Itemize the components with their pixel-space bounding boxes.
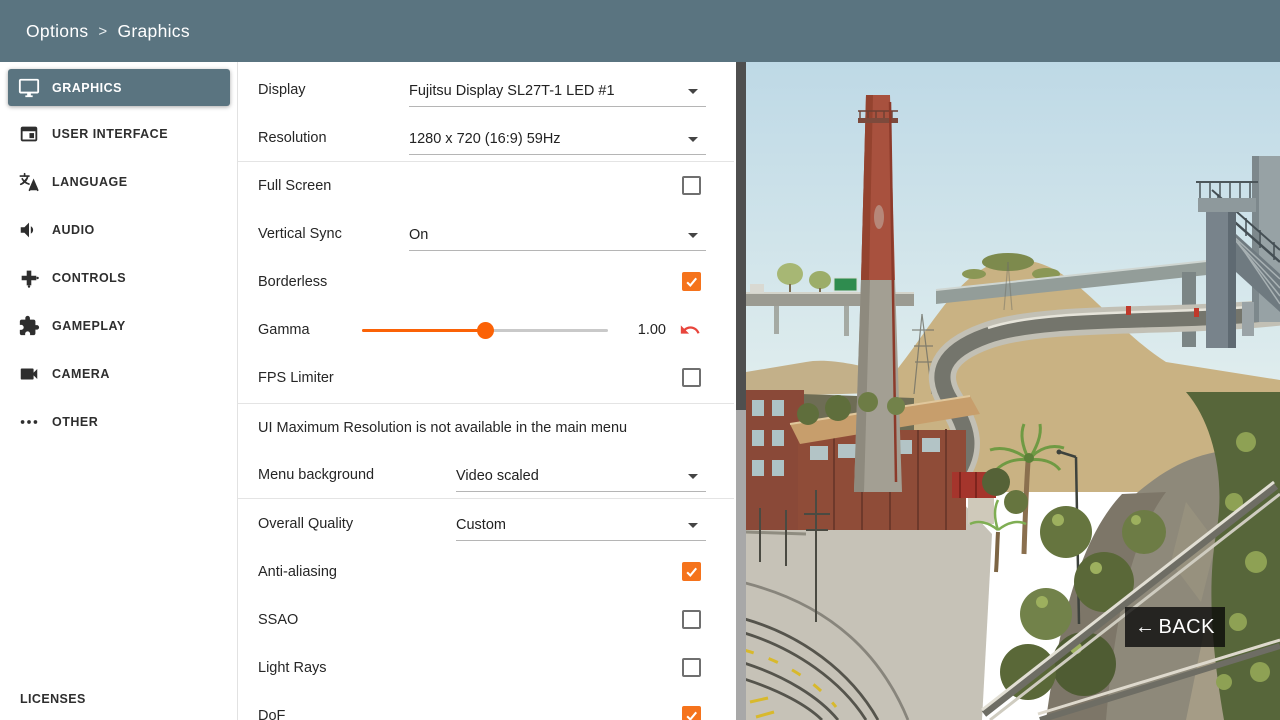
gamma-slider[interactable] (362, 322, 608, 339)
licenses-link[interactable]: LICENSES (20, 692, 86, 706)
resolution-select[interactable]: 1280 x 720 (16:9) 59Hz (409, 122, 706, 155)
dropdown-arrow-icon (688, 474, 698, 479)
back-button-label: BACK (1158, 615, 1215, 638)
check-icon (686, 567, 698, 577)
puzzle-icon (18, 315, 40, 337)
settings-scrollbar-thumb[interactable] (736, 62, 746, 410)
breadcrumb-graphics: Graphics (117, 20, 190, 41)
setting-row-full-screen: Full Screen (238, 162, 734, 210)
sidebar-item-label: AUDIO (52, 223, 95, 237)
gamma-reset-button[interactable] (679, 319, 701, 341)
window-icon (18, 123, 40, 145)
sidebar-item-label: GRAPHICS (52, 80, 122, 95)
setting-row-ssao: SSAO (238, 596, 734, 644)
sidebar-item-label: CONTROLS (52, 271, 127, 285)
full-screen-checkbox[interactable] (682, 176, 701, 195)
check-icon (686, 711, 698, 720)
overall-quality-label: Overall Quality (258, 516, 354, 532)
dropdown-arrow-icon (688, 137, 698, 142)
fps-limiter-checkbox[interactable] (682, 368, 701, 387)
more-dots-icon (18, 411, 40, 433)
vertical-sync-value: On (409, 227, 429, 243)
dropdown-arrow-icon (688, 233, 698, 238)
note-text: UI Maximum Resolution is not available i… (258, 420, 628, 436)
translate-icon (18, 171, 40, 193)
gamma-value: 1.00 (637, 322, 666, 338)
gamma-slider-thumb[interactable] (477, 322, 494, 339)
sidebar-item-audio[interactable]: AUDIO (0, 206, 237, 254)
videocam-icon (18, 363, 40, 385)
setting-row-gamma: Gamma 1.00 (238, 306, 734, 354)
gamepad-icon (18, 267, 40, 289)
menu-background-label: Menu background (258, 467, 375, 483)
undo-icon (680, 325, 700, 334)
setting-row-resolution: Resolution 1280 x 720 (16:9) 59Hz (238, 114, 734, 162)
top-bar: Options > Graphics (0, 0, 1280, 62)
light-rays-label: Light Rays (258, 660, 327, 676)
options-sidebar: GRAPHICS USER INTERFACE LANGUAGE AUDIO C… (0, 62, 238, 720)
dof-checkbox[interactable] (682, 706, 701, 720)
sidebar-item-label: USER INTERFACE (52, 127, 169, 141)
dropdown-arrow-icon (688, 89, 698, 94)
resolution-label: Resolution (258, 130, 327, 146)
gamma-slider-fill (362, 329, 485, 332)
borderless-checkbox[interactable] (682, 272, 701, 291)
game-scene-preview: ← BACK (746, 62, 1280, 720)
vertical-sync-select[interactable]: On (409, 218, 706, 251)
sidebar-item-label: CAMERA (52, 367, 110, 381)
gamma-label: Gamma (258, 322, 310, 338)
graphics-settings-panel: Display Fujitsu Display SL27T-1 LED #1 R… (238, 62, 734, 720)
sidebar-item-label: GAMEPLAY (52, 319, 126, 333)
back-arrow-icon: ← (1135, 615, 1156, 638)
sidebar-item-camera[interactable]: CAMERA (0, 350, 237, 398)
resolution-value: 1280 x 720 (16:9) 59Hz (409, 131, 561, 147)
overall-quality-value: Custom (456, 517, 506, 533)
breadcrumb-options[interactable]: Options (26, 21, 88, 42)
setting-row-display: Display Fujitsu Display SL27T-1 LED #1 (238, 66, 734, 114)
menu-background-select[interactable]: Video scaled (456, 459, 706, 492)
setting-row-light-rays: Light Rays (238, 644, 734, 692)
sidebar-item-user-interface[interactable]: USER INTERFACE (0, 110, 237, 158)
ssao-checkbox[interactable] (682, 610, 701, 629)
anti-aliasing-checkbox[interactable] (682, 562, 701, 581)
setting-row-fps-limiter: FPS Limiter (238, 354, 734, 402)
borderless-label: Borderless (258, 274, 328, 290)
setting-row-dof: DoF (238, 692, 734, 720)
sidebar-item-label: OTHER (52, 415, 99, 429)
ssao-label: SSAO (258, 612, 299, 628)
sidebar-item-gameplay[interactable]: GAMEPLAY (0, 302, 237, 350)
display-select[interactable]: Fujitsu Display SL27T-1 LED #1 (409, 74, 706, 107)
display-label: Display (258, 82, 306, 98)
setting-row-vertical-sync: Vertical Sync On (238, 210, 734, 258)
settings-scrollbar-track[interactable] (736, 62, 746, 720)
setting-row-overall-quality: Overall Quality Custom (238, 500, 734, 548)
dof-label: DoF (258, 708, 286, 720)
sidebar-item-controls[interactable]: CONTROLS (0, 254, 237, 302)
back-button[interactable]: ← BACK (1125, 607, 1225, 647)
breadcrumb: Options > Graphics (26, 21, 190, 42)
divider (238, 498, 734, 499)
setting-row-menu-background: Menu background Video scaled (238, 451, 734, 499)
setting-row-borderless: Borderless (238, 258, 734, 306)
sidebar-item-graphics[interactable]: GRAPHICS (8, 69, 230, 106)
vertical-sync-label: Vertical Sync (258, 226, 342, 242)
light-rays-checkbox[interactable] (682, 658, 701, 677)
ui-resolution-note: UI Maximum Resolution is not available i… (238, 404, 734, 452)
fps-limiter-label: FPS Limiter (258, 370, 334, 386)
sidebar-item-label: LANGUAGE (52, 175, 128, 189)
full-screen-label: Full Screen (258, 178, 332, 194)
dropdown-arrow-icon (688, 523, 698, 528)
sidebar-item-other[interactable]: OTHER (0, 398, 237, 446)
anti-aliasing-label: Anti-aliasing (258, 564, 337, 580)
speaker-icon (18, 219, 40, 241)
overall-quality-select[interactable]: Custom (456, 508, 706, 541)
setting-row-anti-aliasing: Anti-aliasing (238, 548, 734, 596)
sidebar-item-language[interactable]: LANGUAGE (0, 158, 237, 206)
breadcrumb-separator: > (98, 22, 108, 40)
menu-background-value: Video scaled (456, 468, 539, 484)
monitor-icon (18, 77, 40, 99)
check-icon (686, 277, 698, 287)
display-value: Fujitsu Display SL27T-1 LED #1 (409, 83, 615, 99)
